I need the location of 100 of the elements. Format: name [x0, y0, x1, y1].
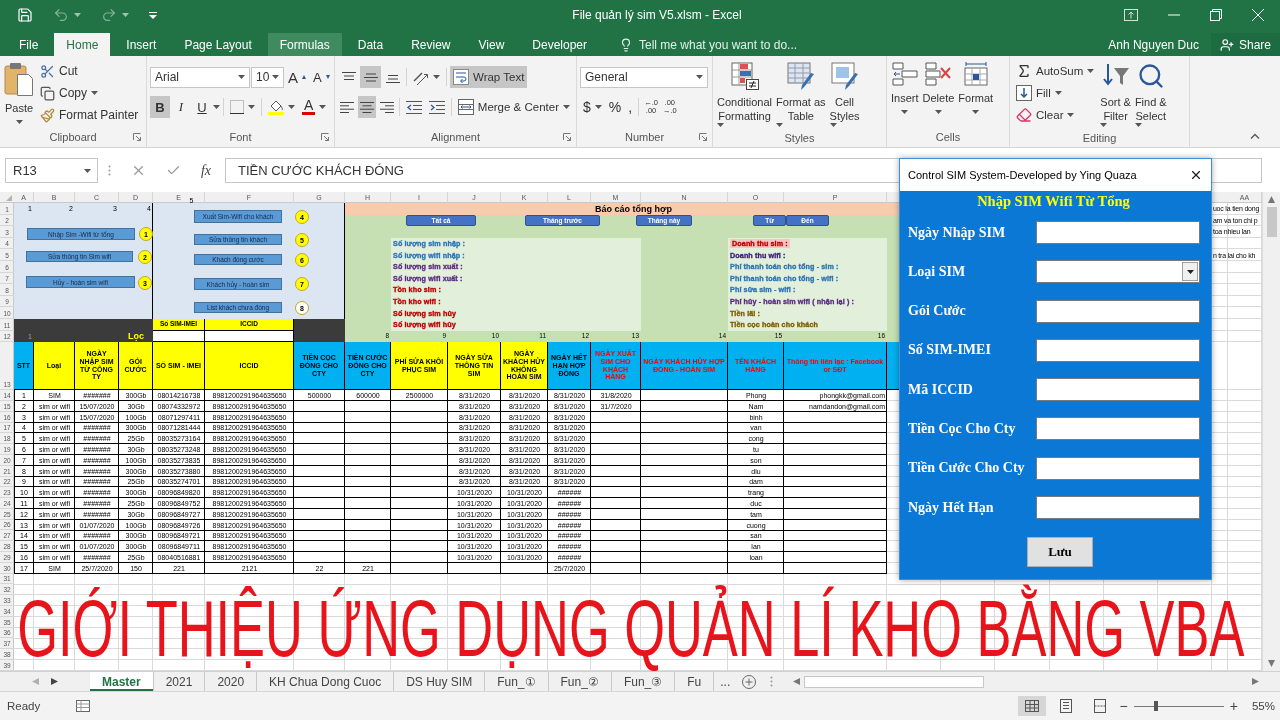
underline-button[interactable]: U	[192, 96, 212, 118]
dialog-launcher-icon[interactable]	[699, 133, 707, 141]
sheet-icon[interactable]	[76, 700, 91, 712]
zoom-out-button[interactable]: −	[1119, 698, 1128, 714]
percent-button[interactable]: %	[605, 96, 625, 118]
ribbon-tab[interactable]: View	[466, 33, 517, 56]
caret-icon	[319, 105, 327, 109]
name-box-field[interactable]: R13	[5, 158, 98, 183]
ribbon-tab[interactable]: Review	[399, 33, 463, 56]
caret-icon	[1054, 91, 1062, 95]
delete-cells-button[interactable]: Delete	[921, 60, 956, 127]
wrap-text-button[interactable]: Wrap Text	[450, 66, 528, 88]
fill-button[interactable]: Fill	[1013, 82, 1098, 104]
save-button[interactable]: Lưu	[1027, 537, 1093, 568]
more-sheets-button[interactable]: ...	[714, 672, 737, 691]
cut-button[interactable]: Cut	[37, 60, 142, 82]
find-select-button[interactable]: Find & Select	[1133, 60, 1168, 129]
collapse-ribbon-icon[interactable]	[1250, 133, 1260, 139]
scroll-up-icon[interactable]	[1268, 196, 1275, 203]
format-cells-button[interactable]: Format	[957, 60, 995, 127]
search-icon	[1136, 62, 1165, 90]
font-name-field[interactable]: Arial	[150, 66, 250, 88]
ribbon-tab[interactable]: Formulas	[267, 33, 342, 56]
dialog-launcher-icon[interactable]	[321, 133, 329, 141]
align-middle-button[interactable]	[360, 66, 381, 88]
caret-icon	[901, 110, 909, 114]
dropdown-button[interactable]	[1182, 262, 1198, 282]
dropdown-field[interactable]	[1036, 260, 1200, 284]
grow-font-button[interactable]: A	[285, 66, 309, 88]
conditional-formatting-button[interactable]: Conditional Formatting	[716, 60, 774, 129]
comma-style-button[interactable]: ,	[625, 96, 636, 118]
save-icon[interactable]	[17, 7, 33, 23]
input-field[interactable]	[1036, 378, 1200, 402]
merge-center-button[interactable]: Merge & Center	[454, 96, 573, 118]
field-label: Loại SIM	[908, 263, 966, 280]
dialog-launcher-icon[interactable]	[133, 133, 141, 141]
font-color-button[interactable]: A	[299, 96, 330, 118]
share-button[interactable]: Share	[1210, 33, 1280, 56]
dialog-title: Control SIM System-Developed by Ying Quaza	[908, 169, 1137, 181]
caret-icon	[1186, 269, 1194, 274]
next-sheet-icon[interactable]	[51, 678, 58, 685]
field-label: Tiền Cọc Cho Cty	[908, 421, 1016, 437]
ribbon-tab[interactable]: Home	[54, 33, 111, 56]
sort-filter-button[interactable]: Sort & Filter	[1099, 60, 1132, 129]
caret-icon	[829, 123, 837, 127]
format-as-table-button[interactable]: Format as Table	[775, 60, 827, 129]
zoom-in-button[interactable]: +	[1229, 698, 1238, 714]
dialog-launcher-icon[interactable]	[563, 133, 571, 141]
sheet-tab[interactable]: Master	[90, 672, 154, 691]
user-name[interactable]: Anh Nguyen Duc	[1108, 33, 1199, 56]
scroll-right-icon[interactable]	[1252, 678, 1259, 685]
align-right-icon	[378, 100, 395, 114]
window-title: File quản lý sim V5.xlsm - Excel	[571, 8, 743, 22]
scissors-icon	[40, 63, 55, 79]
clear-button[interactable]: Clear	[1013, 104, 1098, 126]
input-field[interactable]	[1036, 417, 1200, 441]
font-size-field[interactable]: 10	[251, 66, 284, 88]
caret-icon	[1134, 123, 1142, 127]
copy-button[interactable]: Copy	[37, 82, 142, 104]
up-caret-icon	[302, 75, 306, 79]
restore-icon[interactable]	[1210, 9, 1222, 21]
input-field[interactable]	[1036, 338, 1200, 362]
tell-me-field[interactable]: Tell me what you want to do...	[639, 37, 829, 52]
currency-button[interactable]: $	[580, 96, 605, 118]
italic-button[interactable]: I	[171, 96, 191, 118]
cell-styles-button[interactable]: Cell Styles	[828, 60, 861, 129]
ribbon-tab[interactable]: Developer	[520, 33, 599, 56]
input-field[interactable]	[1036, 221, 1200, 244]
format-painter-button[interactable]: Format Painter	[37, 104, 142, 126]
paste-button[interactable]: Paste	[3, 60, 35, 127]
close-icon[interactable]	[1189, 168, 1203, 182]
shrink-font-button[interactable]: A	[310, 66, 333, 88]
add-sheet-icon[interactable]	[742, 674, 757, 689]
autosum-button[interactable]: AutoSum	[1013, 60, 1098, 82]
cell-brush-icon	[830, 62, 859, 90]
insert-function-button[interactable]: fx	[200, 162, 211, 179]
input-field[interactable]	[1036, 299, 1200, 323]
ribbon-tab[interactable]: Data	[345, 33, 396, 56]
input-field[interactable]	[1036, 456, 1200, 480]
slider-thumb[interactable]	[1154, 701, 1159, 711]
scroll-left-icon[interactable]	[793, 678, 800, 685]
insert-cells-button[interactable]: Insert	[890, 60, 920, 127]
insert-cells-icon	[891, 62, 918, 86]
input-field[interactable]	[1036, 496, 1200, 520]
number-format-field[interactable]: General	[580, 66, 708, 88]
normal-view-button[interactable]	[1017, 696, 1046, 716]
page-icon	[1059, 699, 1072, 713]
ribbon-tab[interactable]: Page Layout	[172, 33, 264, 56]
customize-icon[interactable]	[149, 11, 157, 19]
scroll-down-icon[interactable]	[1268, 660, 1275, 667]
align-center-button[interactable]	[357, 96, 377, 118]
ribbon-tab[interactable]: Insert	[114, 33, 169, 56]
report-title: Báo cáo tổng hợp	[595, 203, 672, 214]
zoom-level[interactable]: 55%	[1251, 700, 1275, 712]
ribbon-display-icon[interactable]	[1124, 9, 1138, 21]
ribbon-tab[interactable]: File	[7, 33, 51, 56]
scroll-thumb[interactable]	[804, 675, 984, 688]
bold-button[interactable]: B	[150, 96, 170, 118]
scroll-thumb[interactable]	[1266, 207, 1277, 237]
paint-bucket-icon	[268, 99, 284, 115]
